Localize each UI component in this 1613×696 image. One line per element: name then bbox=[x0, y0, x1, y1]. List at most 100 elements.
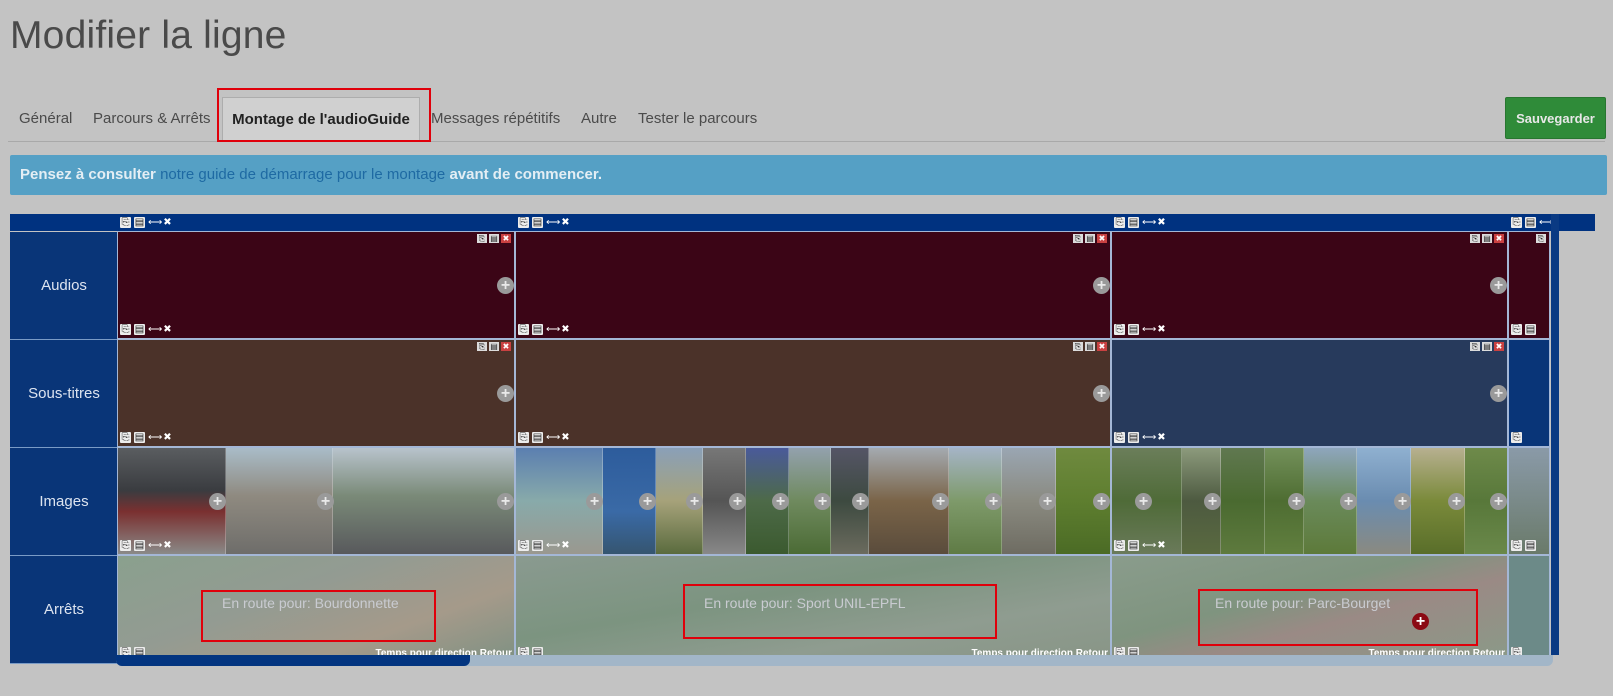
copy-icon[interactable]: ⎘ bbox=[1114, 432, 1125, 443]
paste-icon[interactable]: ▤ bbox=[1482, 234, 1492, 243]
delete-icon[interactable]: ✖ bbox=[1494, 342, 1504, 351]
paste-icon[interactable]: ▤ bbox=[532, 540, 543, 551]
copy-icon[interactable]: ⎘ bbox=[1511, 540, 1522, 551]
stop-segment-4[interactable]: ⎘ bbox=[1508, 555, 1550, 662]
resize-icon[interactable]: ⟷ bbox=[546, 540, 560, 551]
plus-icon[interactable]: + bbox=[1093, 277, 1110, 294]
copy-icon[interactable]: ⎘ bbox=[120, 217, 131, 228]
plus-icon[interactable]: + bbox=[686, 493, 703, 510]
resize-icon[interactable]: ⟷ bbox=[1142, 324, 1156, 335]
resize-icon[interactable]: ⟷ bbox=[148, 540, 162, 551]
plus-icon[interactable]: + bbox=[497, 277, 514, 294]
plus-icon[interactable]: + bbox=[1490, 277, 1507, 294]
save-button[interactable]: Sauvegarder bbox=[1505, 97, 1606, 139]
image-segment-3[interactable]: + + + + + + + ⎘ ▤ ⟷ ✖ bbox=[1111, 447, 1508, 555]
plus-icon[interactable]: + bbox=[985, 493, 1002, 510]
paste-icon[interactable]: ▤ bbox=[134, 217, 145, 228]
image-segment-2[interactable]: + + + + + + + + + + + ⎘ ▤ ⟷ ✖ bbox=[515, 447, 1111, 555]
plus-icon[interactable]: + bbox=[1490, 385, 1507, 402]
delete-icon[interactable]: ✖ bbox=[1494, 234, 1504, 243]
plus-icon[interactable]: + bbox=[1204, 493, 1221, 510]
copy-icon[interactable]: ⎘ bbox=[1470, 342, 1480, 351]
plus-icon[interactable]: + bbox=[852, 493, 869, 510]
plus-icon[interactable]: + bbox=[317, 493, 334, 510]
resize-icon[interactable]: ⟷ bbox=[1539, 217, 1553, 228]
copy-icon[interactable]: ⎘ bbox=[1536, 234, 1546, 243]
paste-icon[interactable]: ▤ bbox=[532, 432, 543, 443]
resize-icon[interactable]: ⟷ bbox=[1142, 432, 1156, 443]
copy-icon[interactable]: ⎘ bbox=[518, 432, 529, 443]
resize-icon[interactable]: ⟷ bbox=[148, 217, 162, 228]
copy-icon[interactable]: ⎘ bbox=[477, 234, 487, 243]
subtitle-clip-4[interactable]: ⎘ bbox=[1508, 339, 1550, 447]
delete-icon[interactable]: ✖ bbox=[1156, 432, 1167, 443]
delete-icon[interactable]: ✖ bbox=[162, 540, 173, 551]
resize-icon[interactable]: ⟷ bbox=[546, 217, 560, 228]
delete-icon[interactable]: ✖ bbox=[1097, 342, 1107, 351]
copy-icon[interactable]: ⎘ bbox=[1511, 324, 1522, 335]
image-thumbnail[interactable] bbox=[1221, 448, 1265, 554]
delete-icon[interactable]: ✖ bbox=[1097, 234, 1107, 243]
image-thumbnail[interactable] bbox=[333, 448, 514, 554]
delete-icon[interactable]: ✖ bbox=[162, 432, 173, 443]
plus-icon[interactable]: + bbox=[497, 493, 514, 510]
audio-clip-2[interactable]: ⎘ ▤ ✖ + ⎘ ▤ ⟷ ✖ bbox=[515, 231, 1111, 339]
resize-icon[interactable]: ⟷ bbox=[546, 432, 560, 443]
delete-icon[interactable]: ✖ bbox=[1156, 324, 1167, 335]
delete-icon[interactable]: ✖ bbox=[560, 217, 571, 228]
resize-icon[interactable]: ⟷ bbox=[546, 324, 560, 335]
delete-icon[interactable]: ✖ bbox=[1156, 540, 1167, 551]
paste-icon[interactable]: ▤ bbox=[1085, 234, 1095, 243]
image-segment-4[interactable]: ⎘ ▤ bbox=[1508, 447, 1550, 555]
paste-icon[interactable]: ▤ bbox=[1128, 324, 1139, 335]
plus-icon[interactable]: + bbox=[729, 493, 746, 510]
plus-icon[interactable]: + bbox=[1490, 493, 1507, 510]
copy-icon[interactable]: ⎘ bbox=[1114, 324, 1125, 335]
audio-clip-3[interactable]: ⎘ ▤ ✖ + ⎘ ▤ ⟷ ✖ bbox=[1111, 231, 1508, 339]
paste-icon[interactable]: ▤ bbox=[1482, 342, 1492, 351]
copy-icon[interactable]: ⎘ bbox=[1114, 540, 1125, 551]
guide-link[interactable]: notre guide de démarrage pour le montage bbox=[160, 166, 445, 183]
delete-icon[interactable]: ✖ bbox=[162, 324, 173, 335]
copy-icon[interactable]: ⎘ bbox=[1470, 234, 1480, 243]
plus-icon[interactable]: + bbox=[1093, 493, 1110, 510]
copy-icon[interactable]: ⎘ bbox=[120, 432, 131, 443]
tab-general[interactable]: Général bbox=[19, 97, 72, 141]
delete-icon[interactable]: ✖ bbox=[501, 342, 511, 351]
plus-icon[interactable]: + bbox=[1093, 385, 1110, 402]
delete-icon[interactable]: ✖ bbox=[560, 324, 571, 335]
plus-icon[interactable]: + bbox=[932, 493, 949, 510]
paste-icon[interactable]: ▤ bbox=[1525, 540, 1536, 551]
delete-icon[interactable]: ✖ bbox=[1156, 217, 1167, 228]
copy-icon[interactable]: ⎘ bbox=[518, 540, 529, 551]
plus-icon[interactable]: + bbox=[814, 493, 831, 510]
plus-icon[interactable]: + bbox=[1340, 493, 1357, 510]
copy-icon[interactable]: ⎘ bbox=[120, 324, 131, 335]
paste-icon[interactable]: ▤ bbox=[134, 540, 145, 551]
paste-icon[interactable]: ▤ bbox=[1525, 217, 1536, 228]
subtitle-clip-1[interactable]: ⎘ ▤ ✖ + ⎘ ▤ ⟷ ✖ bbox=[117, 339, 515, 447]
plus-icon[interactable]: + bbox=[497, 385, 514, 402]
copy-icon[interactable]: ⎘ bbox=[477, 342, 487, 351]
tab-tester-parcours[interactable]: Tester le parcours bbox=[638, 97, 757, 141]
paste-icon[interactable]: ▤ bbox=[1525, 324, 1536, 335]
copy-icon[interactable]: ⎘ bbox=[1114, 217, 1125, 228]
delete-icon[interactable]: ✖ bbox=[560, 540, 571, 551]
tab-messages-repetitifs[interactable]: Messages répétitifs bbox=[431, 97, 560, 141]
resize-icon[interactable]: ⟷ bbox=[1142, 217, 1156, 228]
paste-icon[interactable]: ▤ bbox=[532, 217, 543, 228]
plus-icon[interactable]: + bbox=[1394, 493, 1411, 510]
plus-icon[interactable]: + bbox=[1039, 493, 1056, 510]
delete-icon[interactable]: ✖ bbox=[501, 234, 511, 243]
paste-icon[interactable]: ▤ bbox=[134, 432, 145, 443]
copy-icon[interactable]: ⎘ bbox=[120, 540, 131, 551]
delete-icon[interactable]: ✖ bbox=[162, 217, 173, 228]
image-segment-1[interactable]: + + + ⎘ ▤ ⟷ ✖ bbox=[117, 447, 515, 555]
delete-icon[interactable]: ✖ bbox=[560, 432, 571, 443]
copy-icon[interactable]: ⎘ bbox=[1511, 432, 1522, 443]
audio-clip-1[interactable]: ⎘ ▤ ✖ + ⎘ ▤ ⟷ ✖ bbox=[117, 231, 515, 339]
copy-icon[interactable]: ⎘ bbox=[1073, 234, 1083, 243]
paste-icon[interactable]: ▤ bbox=[134, 324, 145, 335]
copy-icon[interactable]: ⎘ bbox=[1511, 217, 1522, 228]
resize-icon[interactable]: ⟷ bbox=[148, 432, 162, 443]
